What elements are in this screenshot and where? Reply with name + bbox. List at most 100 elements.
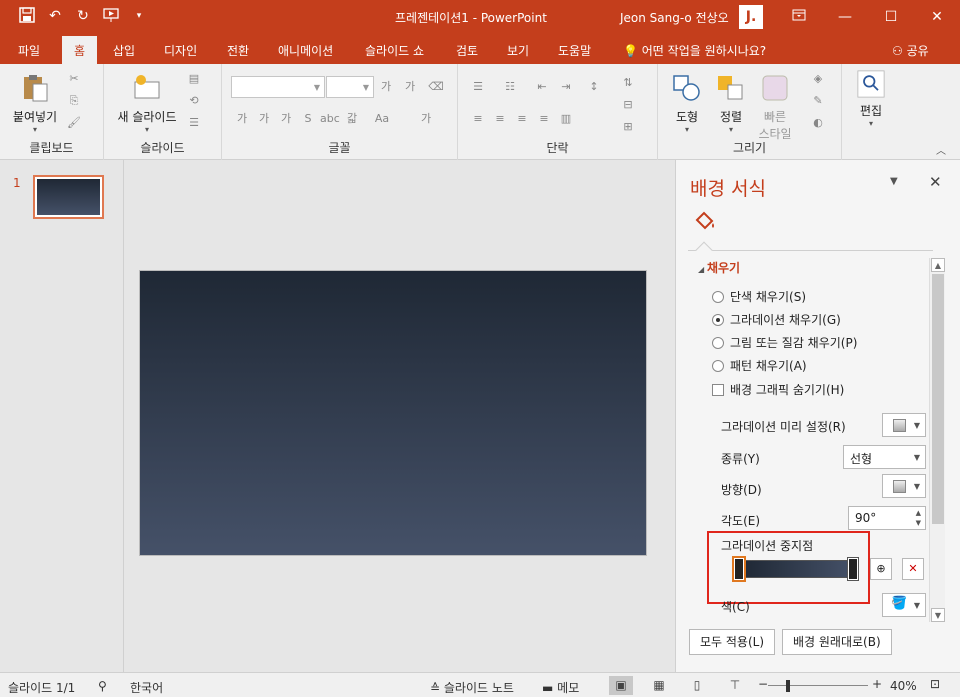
angle-spinner[interactable]: 90° ▲ ▼ (848, 506, 926, 530)
save-icon[interactable] (18, 7, 36, 25)
italic-icon[interactable]: 가 (256, 112, 272, 126)
radio-button[interactable] (712, 359, 724, 372)
tab-help[interactable]: 도움말 (558, 42, 591, 59)
close-icon[interactable]: ✕ (914, 0, 960, 34)
close-icon[interactable]: ✕ (929, 173, 942, 191)
zoom-level[interactable]: 40% (890, 679, 917, 693)
gradient-stop-start[interactable] (732, 556, 746, 582)
spinner-arrows-icon[interactable]: ▲ ▼ (916, 508, 921, 528)
gradient-fill-option[interactable]: 그라데이션 채우기(G) (712, 311, 841, 328)
reset-background-button[interactable]: 배경 원래대로(B) (782, 629, 892, 655)
slideshow-view-icon[interactable]: ⊤ (723, 676, 747, 695)
zoom-slider[interactable] (768, 685, 868, 686)
tab-view[interactable]: 보기 (507, 42, 529, 59)
fill-section-header[interactable]: ◢ 채우기 (698, 259, 740, 276)
apply-to-all-button[interactable]: 모두 적용(L) (689, 629, 776, 655)
picture-fill-option[interactable]: 그림 또는 질감 채우기(P) (712, 334, 857, 351)
strikethrough-icon[interactable]: abc (320, 112, 340, 126)
decrease-indent-icon[interactable]: ⇤ (534, 80, 550, 94)
slide-thumbnail[interactable] (33, 175, 104, 219)
scroll-down-icon[interactable]: ▼ (931, 608, 945, 622)
align-center-icon[interactable]: ≡ (492, 112, 508, 126)
gradient-stops-bar[interactable] (742, 560, 854, 578)
customize-toolbar-icon[interactable]: ▾ (130, 7, 148, 25)
arrange-button[interactable]: 정렬 ▾ (712, 72, 750, 134)
decrease-font-icon[interactable]: 가 (402, 80, 418, 94)
smartart-icon[interactable]: ⊞ (620, 120, 636, 134)
quick-styles-button[interactable]: 빠른 스타일 (754, 72, 796, 142)
tab-animations[interactable]: 애니메이션 (278, 42, 333, 59)
current-slide[interactable] (139, 270, 647, 556)
font-name-dropdown[interactable]: ▼ (231, 76, 325, 98)
shapes-button[interactable]: 도형 ▾ (668, 72, 706, 134)
share-button[interactable]: ⚇ 공유 (892, 42, 929, 59)
user-name[interactable]: Jeon Sang-o 전상오 (620, 9, 729, 26)
radio-button[interactable] (712, 313, 724, 326)
ribbon-display-options-icon[interactable] (776, 0, 822, 34)
accessibility-icon[interactable]: ⚲ (98, 679, 107, 693)
direction-dropdown[interactable]: ▼ (882, 474, 926, 498)
fit-to-window-icon[interactable]: ⊡ (930, 677, 940, 691)
radio-button[interactable] (712, 336, 724, 349)
columns-icon[interactable]: ▥ (558, 112, 574, 126)
layout-icon[interactable]: ▤ (186, 72, 202, 86)
pane-options-icon[interactable]: ▼ (890, 176, 898, 187)
zoom-out-icon[interactable]: − (758, 677, 768, 691)
char-spacing-icon[interactable]: 갋 (344, 112, 360, 126)
shape-effects-icon[interactable]: ◐ (810, 116, 826, 130)
undo-icon[interactable]: ↶ (46, 7, 64, 25)
tab-home[interactable]: 홈 (62, 36, 98, 64)
section-icon[interactable]: ☰ (186, 116, 202, 130)
avatar[interactable]: J. (739, 5, 763, 29)
gradient-stop-end[interactable] (847, 557, 859, 581)
line-spacing-icon[interactable]: ↕ (586, 80, 602, 94)
paste-button[interactable]: 붙여넣기 ▾ (8, 72, 62, 134)
slide-sorter-icon[interactable]: ▦ (647, 676, 671, 695)
tab-review[interactable]: 검토 (456, 42, 478, 59)
pane-scrollbar[interactable]: ▲ ▼ (929, 258, 945, 622)
align-text-icon[interactable]: ⊟ (620, 98, 636, 112)
tab-transitions[interactable]: 전환 (227, 42, 249, 59)
normal-view-icon[interactable]: ▣ (609, 676, 633, 695)
shape-fill-icon[interactable]: ◈ (810, 72, 826, 86)
numbering-icon[interactable]: ☷ (502, 80, 518, 94)
align-right-icon[interactable]: ≡ (514, 112, 530, 126)
present-from-start-icon[interactable] (102, 7, 120, 25)
editing-button[interactable]: 편집 ▾ (854, 70, 888, 128)
checkbox[interactable] (712, 383, 724, 396)
comments-button[interactable]: ▬ 메모 (542, 679, 579, 696)
shape-outline-icon[interactable]: ✎ (810, 94, 826, 108)
tab-slideshow[interactable]: 슬라이드 쇼 (365, 42, 424, 59)
pattern-fill-option[interactable]: 패턴 채우기(A) (712, 357, 807, 374)
shadow-icon[interactable]: S (300, 112, 316, 126)
increase-font-icon[interactable]: 가 (378, 80, 394, 94)
language-indicator[interactable]: 한국어 (130, 679, 163, 696)
redo-icon[interactable]: ↻ (74, 7, 92, 25)
cut-icon[interactable]: ✂ (66, 72, 82, 86)
underline-icon[interactable]: 가 (278, 112, 294, 126)
solid-fill-option[interactable]: 단색 채우기(S) (712, 288, 806, 305)
format-painter-icon[interactable]: 🖌 (66, 116, 82, 130)
bold-icon[interactable]: 가 (234, 112, 250, 126)
new-slide-button[interactable]: 새 슬라이드 ▾ (112, 72, 182, 134)
reading-view-icon[interactable]: ▯ (685, 676, 709, 695)
zoom-slider-thumb[interactable] (786, 680, 790, 692)
increase-indent-icon[interactable]: ⇥ (558, 80, 574, 94)
tab-insert[interactable]: 삽입 (113, 42, 135, 59)
tab-file[interactable]: 파일 (18, 42, 40, 59)
bullets-icon[interactable]: ☰ (470, 80, 486, 94)
font-color-icon[interactable]: 가 (418, 112, 434, 126)
fill-bucket-icon[interactable] (694, 210, 718, 232)
justify-icon[interactable]: ≡ (536, 112, 552, 126)
minimize-icon[interactable]: — (822, 0, 868, 34)
font-size-dropdown[interactable]: ▼ (326, 76, 374, 98)
stop-color-dropdown[interactable]: 🪣 ▼ (882, 593, 926, 617)
scroll-up-icon[interactable]: ▲ (931, 258, 945, 272)
add-stop-button[interactable]: ⊕ (870, 558, 892, 580)
radio-button[interactable] (712, 290, 724, 303)
hide-graphics-option[interactable]: 배경 그래픽 숨기기(H) (712, 381, 844, 398)
clear-format-icon[interactable]: ⌫ (428, 80, 444, 94)
change-case-icon[interactable]: Aa (374, 112, 390, 126)
tell-me-search[interactable]: 💡 어떤 작업을 원하시나요? (623, 42, 766, 59)
reset-icon[interactable]: ⟲ (186, 94, 202, 108)
